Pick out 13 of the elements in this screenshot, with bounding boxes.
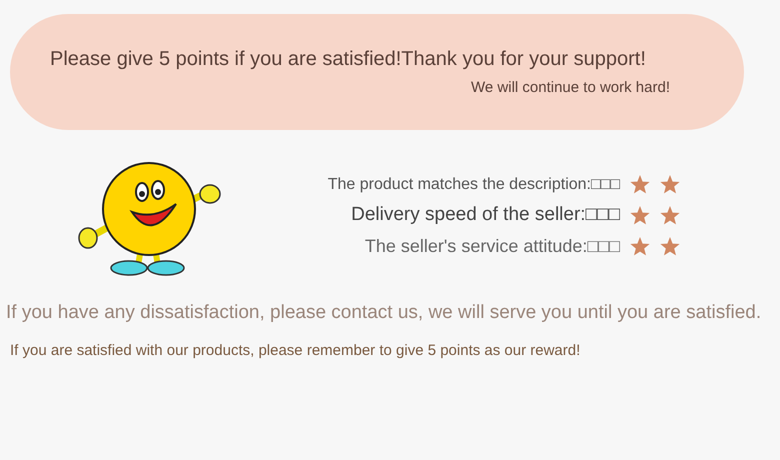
star-icon bbox=[630, 237, 650, 256]
banner-headline: Please give 5 points if you are satisfied!Thank you for your support! bbox=[50, 48, 647, 71]
contact-note: If you have any dissatisfaction, please contact us, we will serve you until you are satisfied. bbox=[6, 302, 762, 324]
rating-label: The product matches the description:□□□ bbox=[328, 176, 620, 194]
star-icon bbox=[660, 175, 680, 194]
star-icon bbox=[630, 206, 650, 224]
star-icon bbox=[660, 237, 680, 256]
star-icon bbox=[660, 206, 680, 224]
rating-label: The seller's service attitude:□□□ bbox=[364, 236, 620, 257]
banner-subline: We will continue to work hard! bbox=[471, 79, 670, 96]
star-icon bbox=[630, 175, 650, 194]
rating-label: Delivery speed of the seller:□□□ bbox=[351, 204, 620, 226]
reward-note: If you are satisfied with our products, please remember to give 5 points as our reward! bbox=[10, 342, 582, 359]
